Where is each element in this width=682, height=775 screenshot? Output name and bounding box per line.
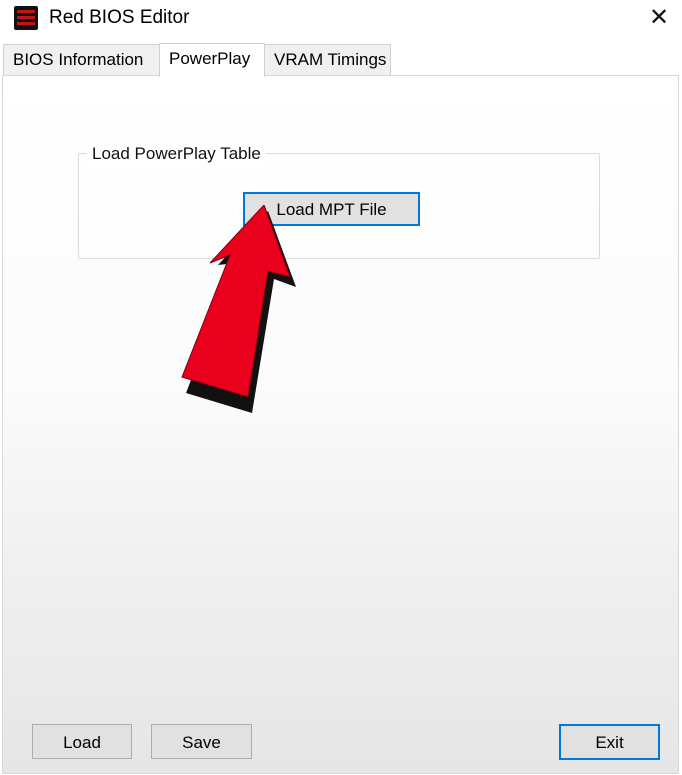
group-label: Load PowerPlay Table xyxy=(87,143,266,165)
app-window: Red BIOS Editor ✕ BIOS Information Power… xyxy=(0,0,682,775)
tab-powerplay[interactable]: PowerPlay xyxy=(159,43,265,77)
exit-button[interactable]: Exit xyxy=(559,724,660,760)
tab-vram-timings[interactable]: VRAM Timings xyxy=(264,44,391,75)
tab-bios-information[interactable]: BIOS Information xyxy=(3,44,160,75)
app-icon xyxy=(14,6,38,30)
load-mpt-file-button[interactable]: Load MPT File xyxy=(243,192,420,226)
save-button[interactable]: Save xyxy=(151,724,252,759)
title-bar[interactable]: Red BIOS Editor ✕ xyxy=(0,0,682,38)
close-icon[interactable]: ✕ xyxy=(636,0,682,34)
window-title: Red BIOS Editor xyxy=(49,7,190,28)
load-button[interactable]: Load xyxy=(32,724,132,759)
